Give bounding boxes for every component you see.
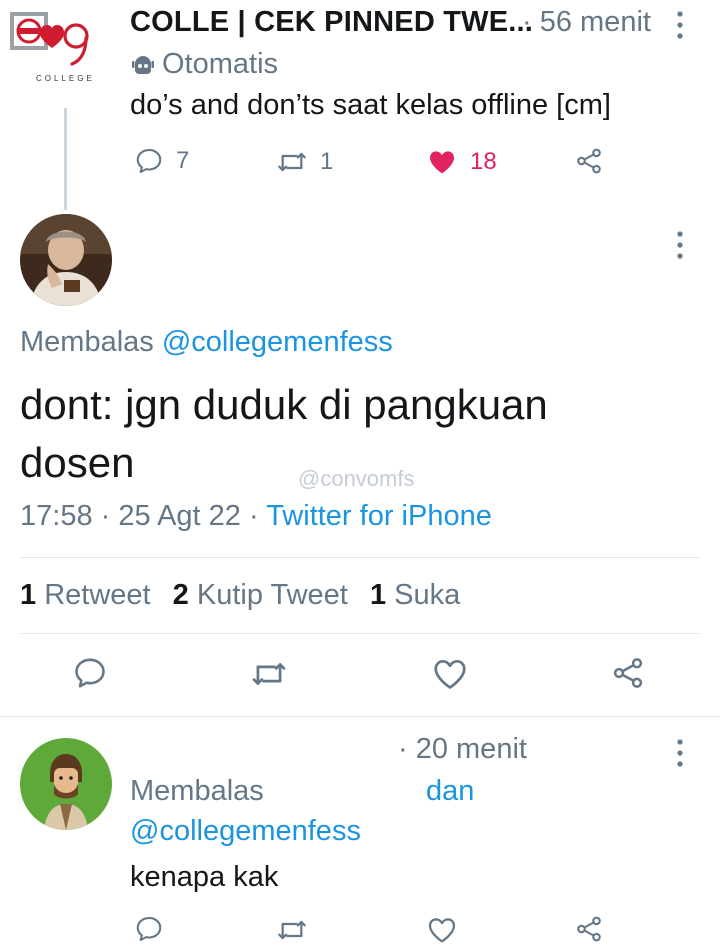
author-display-name[interactable]: COLLE | CEK PINNED TWE... (130, 6, 533, 39)
divider (0, 716, 720, 717)
tweet-timestamp[interactable]: · 56 menit (522, 6, 651, 39)
share-button[interactable] (610, 655, 646, 691)
likes-stat[interactable]: 1 Suka (370, 579, 460, 611)
quote-tweets-stat[interactable]: 2 Kutip Tweet (173, 579, 348, 611)
robot-icon (130, 52, 156, 78)
more-vertical-icon[interactable] (676, 738, 684, 768)
share-icon (610, 655, 646, 691)
heart-icon (426, 914, 458, 946)
retweet-button[interactable]: 1 (276, 146, 333, 178)
reply-button[interactable] (72, 655, 108, 691)
reply-icon (134, 914, 164, 944)
retweets-stat[interactable]: 1 Retweet (20, 579, 151, 611)
tweet-text: kenapa kak (130, 861, 279, 893)
reply-count: 7 (176, 147, 190, 174)
reply-icon (72, 655, 108, 691)
mention-link[interactable]: @collegemenfess (162, 326, 393, 358)
reply-icon (134, 146, 164, 176)
retweet-count: 1 (320, 148, 334, 175)
mention-link[interactable]: @collegemenfess (130, 815, 361, 848)
college-avatar-logo[interactable]: COLLEGE (8, 10, 98, 90)
retweet-icon (276, 146, 308, 178)
replying-to-line: Membalas @collegemenfess (20, 326, 393, 359)
share-icon (574, 914, 604, 944)
reply-prefix: Membalas (130, 775, 264, 807)
like-button[interactable] (431, 655, 469, 693)
reply-button[interactable]: 7 (134, 146, 189, 176)
divider (20, 633, 700, 634)
tweet-time: 17:58 (20, 500, 93, 532)
tweet-stats: 1 Retweet 2 Kutip Tweet 1 Suka (20, 579, 460, 612)
retweet-icon (276, 914, 308, 946)
heart-icon (426, 146, 458, 178)
avatar[interactable] (20, 214, 112, 306)
avatar[interactable] (20, 738, 112, 830)
watermark: @convomfs (298, 466, 415, 491)
tweet-source-link[interactable]: Twitter for iPhone (266, 500, 492, 532)
like-button[interactable]: 18 (426, 146, 497, 178)
more-vertical-icon[interactable] (676, 230, 684, 260)
like-button[interactable] (426, 914, 458, 946)
retweet-icon (250, 655, 288, 693)
tweet-date: 25 Agt 22 (118, 500, 241, 532)
logo-wordmark: COLLEGE (36, 74, 95, 83)
like-count: 18 (470, 148, 497, 175)
tweet-text: do’s and don’ts saat kelas offline [cm] (130, 89, 611, 121)
automated-account-label: Otomatis (162, 48, 279, 80)
reply-and-others-link[interactable]: dan (426, 775, 474, 808)
thread-connector-line (64, 108, 67, 210)
retweet-button[interactable] (276, 914, 308, 946)
more-vertical-icon[interactable] (676, 10, 684, 40)
tweet-timestamp[interactable]: · 20 menit (398, 733, 527, 766)
divider (20, 557, 700, 558)
share-button[interactable] (574, 914, 604, 944)
share-button[interactable] (574, 146, 604, 176)
reply-prefix: Membalas (20, 326, 154, 358)
share-icon (574, 146, 604, 176)
tweet-meta: 17:58 · 25 Agt 22 · Twitter for iPhone (20, 500, 492, 532)
heart-icon (431, 655, 469, 693)
reply-button[interactable] (134, 914, 164, 944)
retweet-button[interactable] (250, 655, 288, 693)
